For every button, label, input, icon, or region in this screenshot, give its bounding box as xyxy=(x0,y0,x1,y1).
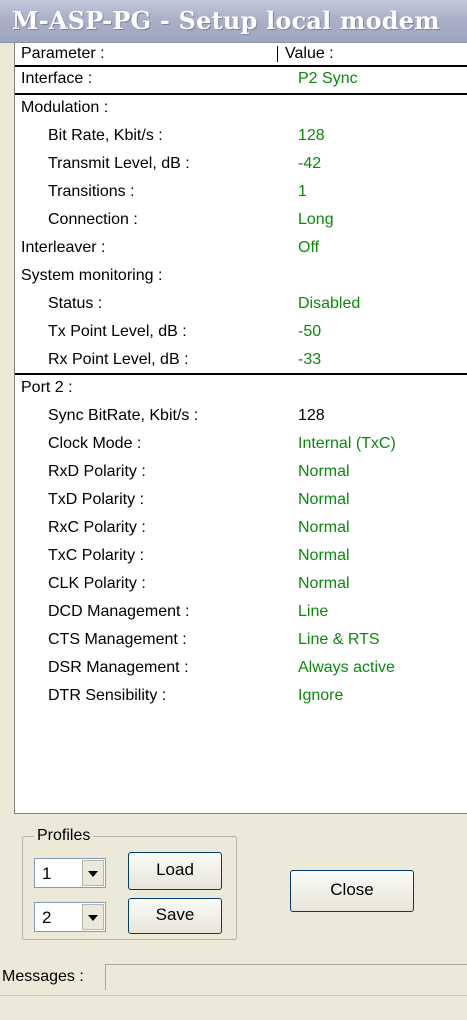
row-rx-point-level[interactable]: Rx Point Level, dB : -33 xyxy=(15,348,467,372)
param-label: Transmit Level, dB : xyxy=(48,155,190,172)
param-value: Normal xyxy=(298,575,350,592)
param-label: DCD Management : xyxy=(48,603,190,620)
row-dcd-management[interactable]: DCD Management : Line xyxy=(15,600,467,624)
row-sync-bitrate[interactable]: Sync BitRate, Kbit/s : 128 xyxy=(15,404,467,428)
load-button[interactable]: Load xyxy=(128,852,222,890)
close-button[interactable]: Close xyxy=(290,870,414,912)
param-value: Long xyxy=(298,211,334,228)
row-rxd-polarity[interactable]: RxD Polarity : Normal xyxy=(15,460,467,484)
row-txc-polarity[interactable]: TxC Polarity : Normal xyxy=(15,544,467,568)
param-value: Normal xyxy=(298,463,350,480)
param-label: RxC Polarity : xyxy=(48,519,146,536)
param-value: Disabled xyxy=(298,295,361,312)
value-column-header: Value : xyxy=(285,45,334,62)
param-value: Normal xyxy=(298,519,350,536)
param-value: -42 xyxy=(298,155,322,172)
param-label: Interleaver : xyxy=(21,239,106,256)
parameter-grid[interactable]: Parameter : Value : Interface : P2 Sync … xyxy=(14,43,467,814)
row-connection[interactable]: Connection : Long xyxy=(15,208,467,232)
chevron-down-icon[interactable] xyxy=(82,860,104,886)
param-label: Rx Point Level, dB : xyxy=(48,351,189,368)
chevron-down-icon[interactable] xyxy=(82,904,104,930)
load-profile-select[interactable]: 1 xyxy=(34,858,106,888)
param-value: 128 xyxy=(298,127,325,144)
param-label: CLK Polarity : xyxy=(48,575,146,592)
row-interleaver[interactable]: Interleaver : Off xyxy=(15,236,467,260)
param-label: Modulation : xyxy=(21,99,109,116)
param-label: TxD Polarity : xyxy=(48,491,145,508)
param-value: Normal xyxy=(298,491,350,508)
param-label: Transitions : xyxy=(48,183,135,200)
param-value: Ignore xyxy=(298,687,344,704)
param-label: Connection : xyxy=(48,211,138,228)
save-profile-select[interactable]: 2 xyxy=(34,902,106,932)
row-txd-polarity[interactable]: TxD Polarity : Normal xyxy=(15,488,467,512)
row-tx-point-level[interactable]: Tx Point Level, dB : -50 xyxy=(15,320,467,344)
param-value: -50 xyxy=(298,323,322,340)
section-divider xyxy=(15,93,467,95)
row-cts-management[interactable]: CTS Management : Line & RTS xyxy=(15,628,467,652)
param-value: 128 xyxy=(298,407,325,424)
param-label: Bit Rate, Kbit/s : xyxy=(48,127,163,144)
param-value: Internal (TxC) xyxy=(298,435,396,452)
param-label: Sync BitRate, Kbit/s : xyxy=(48,407,199,424)
param-value: Always active xyxy=(298,659,395,676)
param-value: Line & RTS xyxy=(298,631,380,648)
setup-local-modem-window: M-ASP-PG - Setup local modem Parameter :… xyxy=(0,0,467,1020)
param-value: -33 xyxy=(298,351,322,368)
parameter-column-header: Parameter : xyxy=(21,45,105,62)
window-title: M-ASP-PG - Setup local modem xyxy=(12,6,440,35)
save-button[interactable]: Save xyxy=(128,898,222,934)
param-label: Tx Point Level, dB : xyxy=(48,323,187,340)
param-label: Status : xyxy=(48,295,103,312)
column-separator[interactable] xyxy=(277,46,278,62)
row-bit-rate[interactable]: Bit Rate, Kbit/s : 128 xyxy=(15,124,467,148)
row-rxc-polarity[interactable]: RxC Polarity : Normal xyxy=(15,516,467,540)
row-interface[interactable]: Interface : P2 Sync xyxy=(15,67,467,91)
row-port-2[interactable]: Port 2 : xyxy=(15,376,467,400)
param-label: System monitoring : xyxy=(21,267,163,284)
load-profile-value: 1 xyxy=(42,864,52,883)
param-value: Normal xyxy=(298,547,350,564)
row-clk-polarity[interactable]: CLK Polarity : Normal xyxy=(15,572,467,596)
param-label: CTS Management : xyxy=(48,631,187,648)
grid-header: Parameter : Value : xyxy=(15,43,467,67)
param-value: Line xyxy=(298,603,329,620)
param-label: DTR Sensibility : xyxy=(48,687,167,704)
row-dtr-sensibility[interactable]: DTR Sensibility : Ignore xyxy=(15,684,467,708)
save-profile-value: 2 xyxy=(42,908,52,927)
param-label: Port 2 : xyxy=(21,379,73,396)
row-system-monitoring[interactable]: System monitoring : xyxy=(15,264,467,288)
messages-label: Messages : xyxy=(2,968,84,985)
section-divider xyxy=(15,373,467,375)
param-label: Interface : xyxy=(21,70,93,87)
row-status[interactable]: Status : Disabled xyxy=(15,292,467,316)
row-dsr-management[interactable]: DSR Management : Always active xyxy=(15,656,467,680)
param-label: Clock Mode : xyxy=(48,435,142,452)
param-label: RxD Polarity : xyxy=(48,463,146,480)
param-label: TxC Polarity : xyxy=(48,547,145,564)
title-bar[interactable]: M-ASP-PG - Setup local modem xyxy=(0,0,467,43)
row-clock-mode[interactable]: Clock Mode : Internal (TxC) xyxy=(15,432,467,456)
row-modulation[interactable]: Modulation : xyxy=(15,96,467,120)
messages-field[interactable] xyxy=(105,964,467,990)
param-value: Off xyxy=(298,239,320,256)
divider xyxy=(0,995,467,996)
row-transmit-level[interactable]: Transmit Level, dB : -42 xyxy=(15,152,467,176)
param-label: DSR Management : xyxy=(48,659,189,676)
profiles-group-label: Profiles xyxy=(34,827,94,845)
param-value: 1 xyxy=(298,183,307,200)
row-transitions[interactable]: Transitions : 1 xyxy=(15,180,467,204)
param-value: P2 Sync xyxy=(298,70,358,87)
